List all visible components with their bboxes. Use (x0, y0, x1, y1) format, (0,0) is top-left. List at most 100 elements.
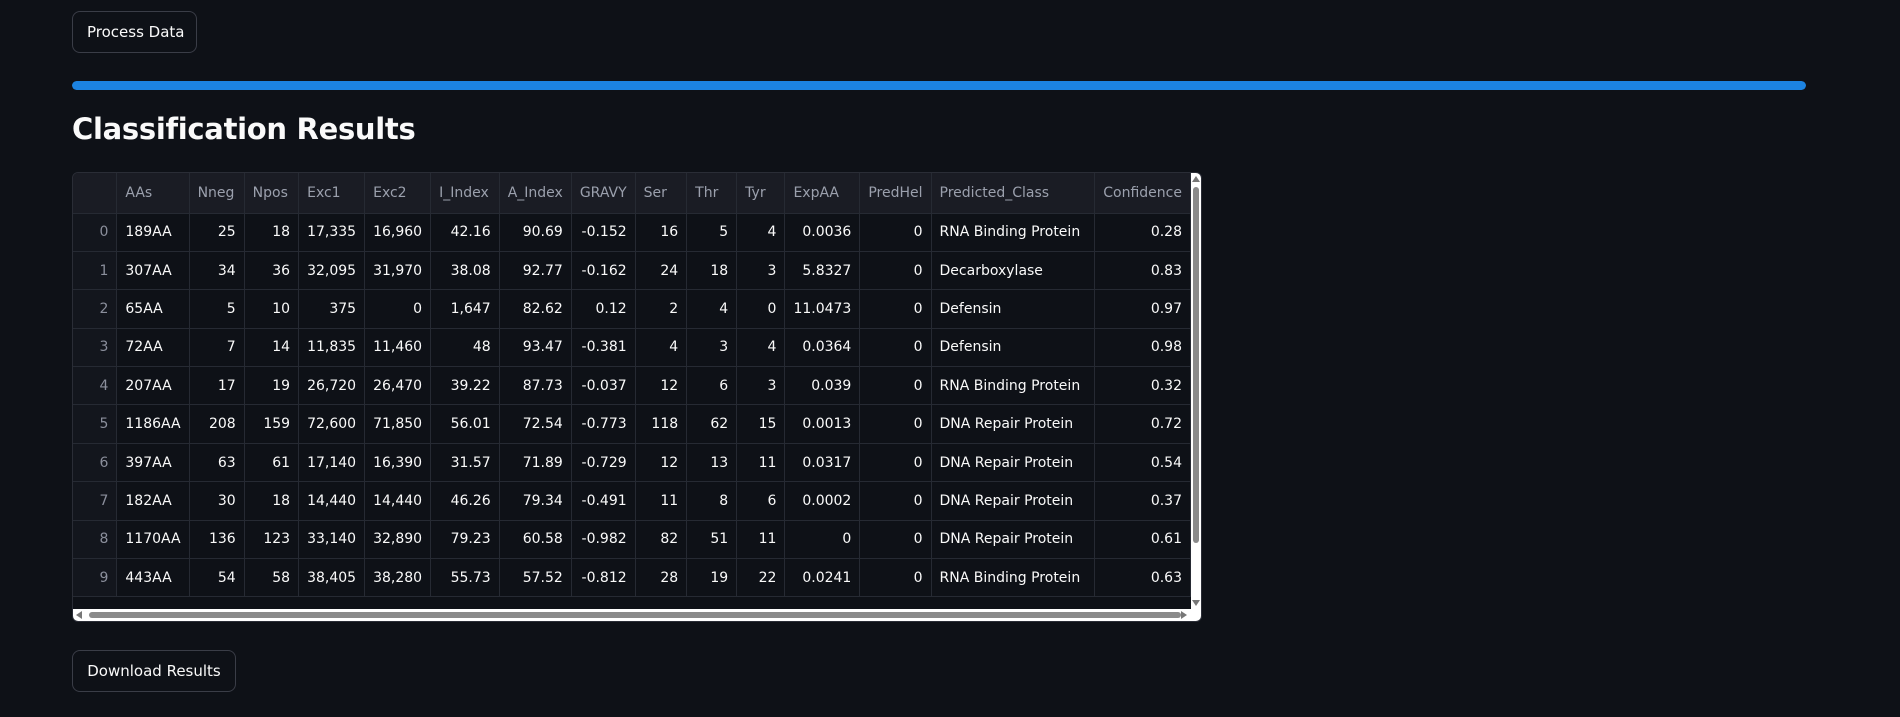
horizontal-scroll-thumb[interactable] (89, 612, 1181, 618)
table-cell[interactable]: 79.34 (499, 481, 572, 521)
table-cell[interactable]: 0.28 (1094, 213, 1191, 252)
table-cell[interactable]: 12 (635, 366, 688, 406)
table-cell[interactable]: 0 (859, 366, 932, 406)
table-cell[interactable]: 0.039 (784, 366, 861, 406)
table-cell[interactable]: 18 (686, 251, 738, 291)
table-cell[interactable]: 3 (736, 366, 786, 406)
table-cell[interactable]: 32,890 (364, 520, 432, 560)
table-cell[interactable]: 207AA (116, 366, 190, 406)
table-cell[interactable]: 0.83 (1094, 251, 1191, 291)
table-cell[interactable]: 6 (686, 366, 738, 406)
table-cell[interactable]: 71,850 (364, 404, 432, 444)
table-cell[interactable]: -0.982 (571, 520, 636, 560)
table-cell[interactable]: 15 (736, 404, 786, 444)
table-cell[interactable]: 0.63 (1094, 558, 1191, 598)
table-cell[interactable]: 1,647 (430, 289, 500, 329)
table-cell[interactable]: 57.52 (499, 558, 572, 598)
table-cell[interactable]: 1186AA (116, 404, 190, 444)
table-cell[interactable]: -0.491 (571, 481, 636, 521)
download-results-button[interactable]: Download Results (72, 650, 236, 692)
table-cell[interactable]: -0.773 (571, 404, 636, 444)
table-row[interactable]: 5 1186AA 208 159 72,600 71,850 56.01 72.54 -0.77… (73, 404, 1191, 444)
table-cell[interactable]: 17 (189, 366, 245, 406)
table-cell[interactable]: 443AA (116, 558, 190, 598)
table-cell[interactable]: 33,140 (298, 520, 366, 560)
table-cell[interactable]: 71.89 (499, 443, 572, 483)
table-cell[interactable]: 60.58 (499, 520, 572, 560)
table-cell[interactable]: 11,460 (364, 328, 432, 368)
table-cell[interactable]: DNA Repair Protein (931, 520, 1096, 560)
table-cell[interactable]: 93.47 (499, 328, 572, 368)
table-cell[interactable]: RNA Binding Protein (931, 213, 1096, 252)
table-cell[interactable]: RNA Binding Protein (931, 366, 1096, 406)
table-row[interactable]: 4 207AA 17 19 26,720 26,470 39.22 87.73 -0.037 12… (73, 366, 1191, 406)
table-cell[interactable]: -0.037 (571, 366, 636, 406)
table-cell[interactable]: 28 (635, 558, 688, 598)
table-cell[interactable]: 17,140 (298, 443, 366, 483)
column-header-npos[interactable]: Npos (244, 173, 300, 214)
table-cell[interactable]: 0.97 (1094, 289, 1191, 329)
table-cell[interactable]: 14,440 (364, 481, 432, 521)
table-cell[interactable]: 2 (635, 289, 688, 329)
table-cell[interactable]: Decarboxylase (931, 251, 1096, 291)
table-cell[interactable]: 0.0317 (784, 443, 861, 483)
table-cell[interactable]: 0.0002 (784, 481, 861, 521)
table-cell[interactable]: Defensin (931, 289, 1096, 329)
column-header-i-index[interactable]: I_Index (430, 173, 500, 214)
table-cell[interactable]: 25 (189, 213, 245, 252)
table-cell[interactable]: 123 (244, 520, 300, 560)
table-cell[interactable]: 3 (736, 251, 786, 291)
column-header-ser[interactable]: Ser (635, 173, 688, 214)
table-cell[interactable]: 31,970 (364, 251, 432, 291)
table-row[interactable]: 8 1170AA 136 123 33,140 32,890 79.23 60.58 -0.98… (73, 520, 1191, 560)
table-cell[interactable]: 4 (736, 328, 786, 368)
table-cell[interactable]: 0.54 (1094, 443, 1191, 483)
table-cell[interactable]: 11,835 (298, 328, 366, 368)
table-cell[interactable]: 58 (244, 558, 300, 598)
table-cell[interactable]: 1170AA (116, 520, 190, 560)
scroll-left-icon[interactable] (76, 611, 82, 619)
table-cell[interactable]: 0.32 (1094, 366, 1191, 406)
table-cell[interactable]: 38.08 (430, 251, 500, 291)
table-cell[interactable]: 0 (859, 443, 932, 483)
table-cell[interactable]: 7 (189, 328, 245, 368)
table-cell[interactable]: 36 (244, 251, 300, 291)
table-cell[interactable]: 17,335 (298, 213, 366, 252)
table-cell[interactable]: 0.12 (571, 289, 636, 329)
table-cell[interactable]: 0.72 (1094, 404, 1191, 444)
column-header-aas[interactable]: AAs (116, 173, 190, 214)
table-cell[interactable]: 0 (859, 251, 932, 291)
column-header-exc1[interactable]: Exc1 (298, 173, 366, 214)
table-cell[interactable]: 189AA (116, 213, 190, 252)
table-cell[interactable]: 5 (686, 213, 738, 252)
table-cell[interactable]: 38,280 (364, 558, 432, 598)
table-cell[interactable]: 0 (364, 289, 432, 329)
table-cell[interactable]: 8 (686, 481, 738, 521)
table-cell[interactable]: 72AA (116, 328, 190, 368)
column-header-predicted-class[interactable]: Predicted_Class (931, 173, 1096, 214)
table-cell[interactable]: 11 (635, 481, 688, 521)
table-cell[interactable]: 4 (635, 328, 688, 368)
table-row[interactable]: 9 443AA 54 58 38,405 38,280 55.73 57.52 -0.812 28… (73, 558, 1191, 598)
table-cell[interactable]: 62 (686, 404, 738, 444)
table-cell[interactable]: 4 (686, 289, 738, 329)
table-cell[interactable]: 16 (635, 213, 688, 252)
table-cell[interactable]: 55.73 (430, 558, 500, 598)
table-cell[interactable]: 6 (736, 481, 786, 521)
table-row[interactable]: 1 307AA 34 36 32,095 31,970 38.08 92.77 -0.162 24… (73, 251, 1191, 291)
table-cell[interactable]: 0.0036 (784, 213, 861, 252)
table-cell[interactable]: 0 (859, 213, 932, 252)
scroll-right-icon[interactable] (1181, 611, 1187, 619)
table-cell[interactable]: 182AA (116, 481, 190, 521)
table-cell[interactable]: 5.8327 (784, 251, 861, 291)
table-cell[interactable]: Defensin (931, 328, 1096, 368)
column-header-confidence[interactable]: Confidence (1094, 173, 1191, 214)
table-cell[interactable]: 65AA (116, 289, 190, 329)
table-cell[interactable]: 72,600 (298, 404, 366, 444)
table-cell[interactable]: 13 (686, 443, 738, 483)
vertical-scrollbar[interactable] (1191, 173, 1201, 609)
table-cell[interactable]: 30 (189, 481, 245, 521)
table-cell[interactable]: 0 (859, 404, 932, 444)
table-cell[interactable]: -0.729 (571, 443, 636, 483)
table-cell[interactable]: 82.62 (499, 289, 572, 329)
